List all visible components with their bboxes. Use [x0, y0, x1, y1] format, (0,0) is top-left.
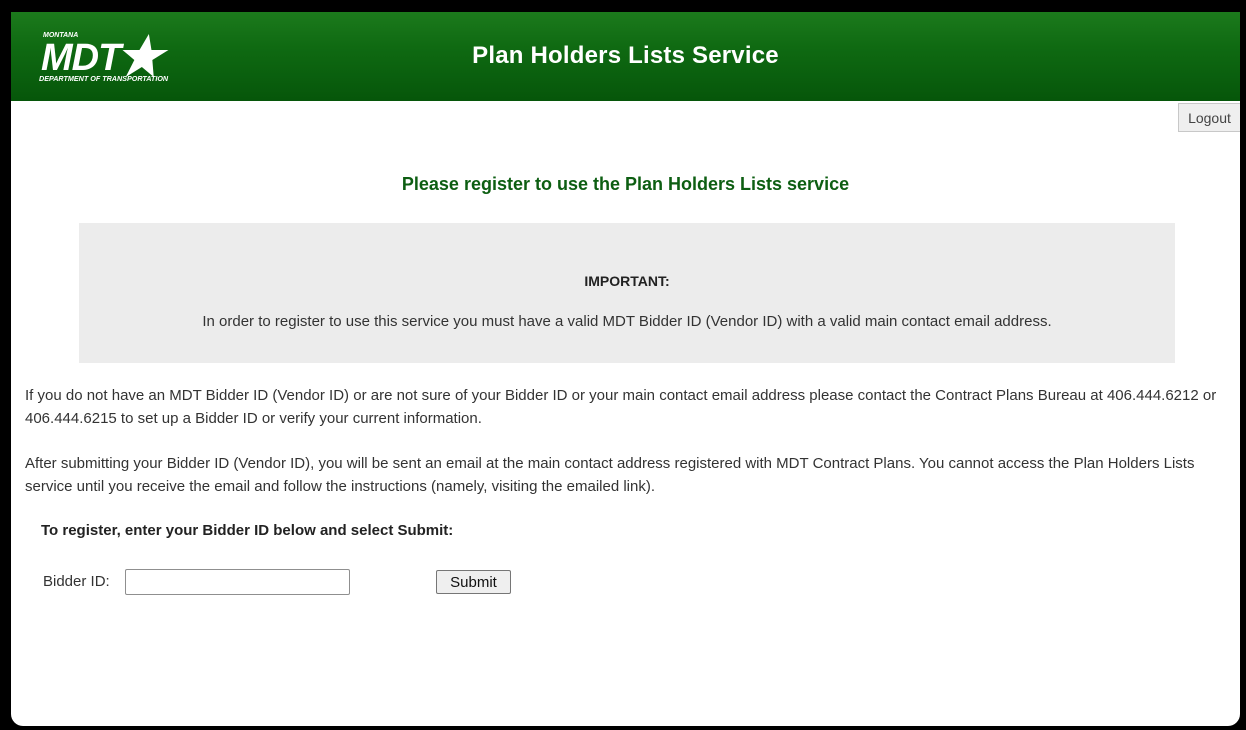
register-instruction: To register, enter your Bidder ID below … — [41, 522, 454, 539]
important-heading: IMPORTANT: — [584, 273, 670, 289]
bidder-id-input[interactable] — [125, 569, 350, 595]
app-title: Plan Holders Lists Service — [472, 42, 779, 69]
logout-button[interactable]: Logout — [1178, 103, 1240, 132]
logo-department-text: DEPARTMENT OF TRANSPORTATION — [39, 74, 169, 83]
after-submit-paragraph: After submitting your Bidder ID (Vendor … — [25, 455, 1195, 495]
bidder-id-label: Bidder ID: — [43, 573, 110, 590]
no-bidder-id-paragraph: If you do not have an MDT Bidder ID (Ven… — [25, 387, 1217, 427]
page-title: Please register to use the Plan Holders … — [401, 174, 850, 194]
submit-button[interactable]: Submit — [436, 570, 511, 594]
page-frame: MONTANA MDT DEPARTMENT OF TRANSPORTATION… — [11, 12, 1240, 726]
important-text: In order to register to use this service… — [202, 313, 1052, 330]
important-notice: IMPORTANT: In order to register to use t… — [79, 223, 1175, 363]
header-banner: MONTANA MDT DEPARTMENT OF TRANSPORTATION… — [11, 12, 1240, 101]
